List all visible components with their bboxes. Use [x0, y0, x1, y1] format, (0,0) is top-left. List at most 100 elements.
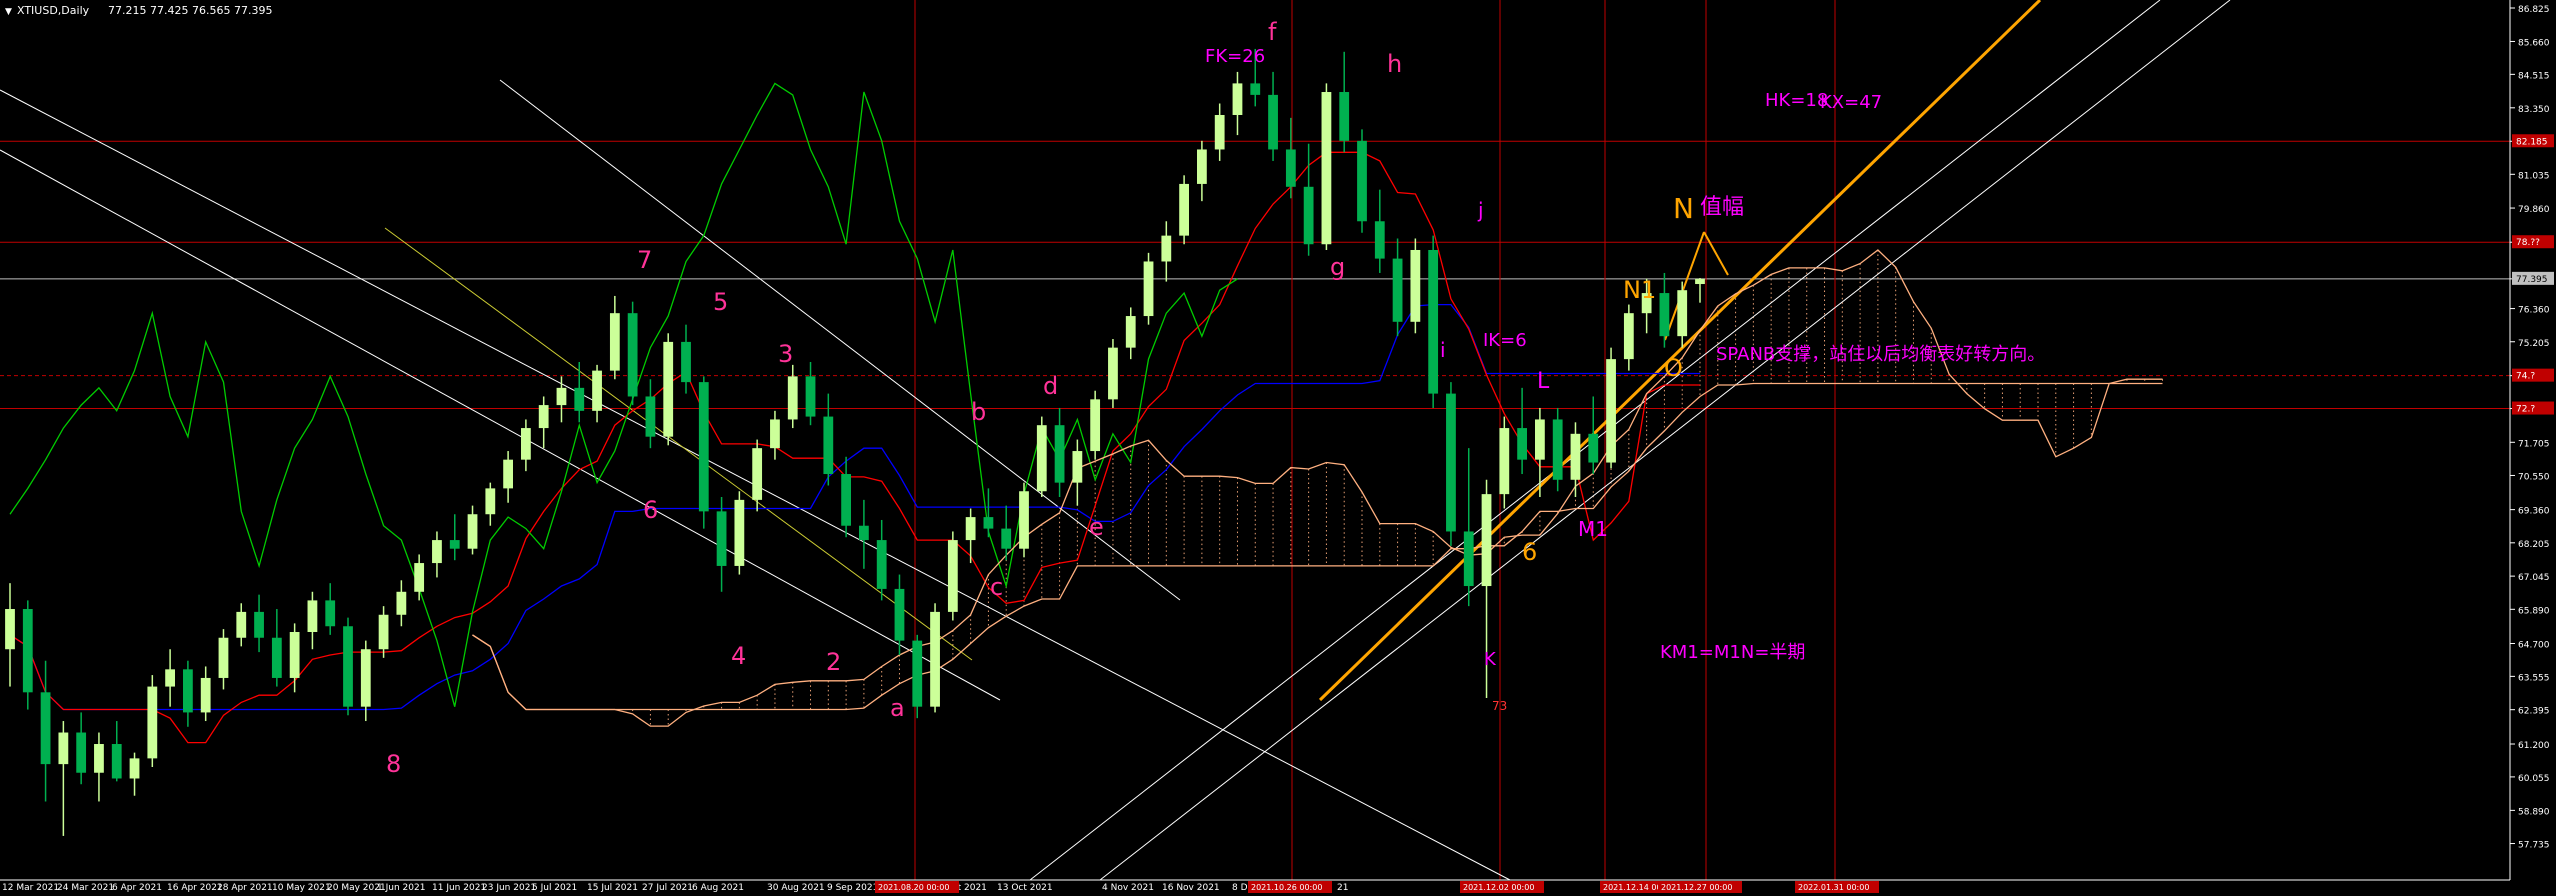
candle-body: [770, 419, 780, 449]
label-5: 5: [713, 288, 728, 316]
price-tick-label: 83.350: [2518, 105, 2550, 115]
label-e: e: [1089, 513, 1104, 541]
candle-body: [183, 669, 193, 713]
label-b: b: [971, 398, 986, 426]
price-badge-label: 74.?: [2516, 372, 2535, 382]
candle-body: [1054, 425, 1065, 483]
candle-body: [556, 387, 567, 406]
candle-body: [1410, 249, 1421, 322]
candle-body: [22, 609, 33, 693]
label-zhifu: 值幅: [1700, 195, 1744, 220]
candle-body: [254, 611, 264, 638]
time-tick-label: 6 Apr 2021: [112, 883, 162, 893]
time-tick-label: 21: [1337, 883, 1348, 893]
candle-body: [1570, 433, 1581, 480]
time-tick-label: 11 Jun 2021: [432, 883, 486, 893]
label-8: 8: [386, 750, 401, 778]
candle-body: [681, 341, 691, 383]
candle-body: [1428, 249, 1439, 394]
candle-body: [1250, 83, 1261, 95]
candle-body: [627, 313, 638, 397]
label-h: h: [1387, 50, 1402, 78]
price-tick-label: 79.860: [2518, 205, 2550, 215]
price-tick-label: 58.890: [2518, 807, 2550, 817]
price-chart[interactable]: 86.825 85.660 84.515 83.350 82.185 81.035 79.8…: [0, 0, 2556, 896]
candle-body: [1446, 393, 1456, 532]
label-a: a: [890, 694, 905, 722]
candle-body: [752, 448, 763, 500]
price-tick-label: 63.555: [2518, 673, 2550, 683]
price-badge-label: 72.?: [2516, 405, 2535, 415]
time-badge-label: 2021.12.27 00:00: [1661, 883, 1732, 892]
label-4: 4: [731, 642, 746, 670]
candle-body: [538, 405, 549, 429]
candle-body: [1695, 278, 1705, 285]
chart-background: [0, 0, 2556, 896]
candle-body: [841, 474, 851, 526]
candle-body: [1357, 140, 1367, 222]
candle-body: [1517, 428, 1527, 460]
label-ik: IK=6: [1483, 330, 1527, 351]
price-tick-label: 70.550: [2518, 472, 2550, 482]
candle-body: [663, 341, 674, 437]
candle-body: [983, 517, 994, 529]
candle-body: [716, 511, 727, 566]
symbol-dropdown-icon[interactable]: ▼: [5, 7, 12, 17]
label-3: 3: [778, 340, 793, 368]
time-badge-label: 2021.08.20 00:00: [878, 883, 949, 892]
candle-body: [111, 744, 122, 779]
label-o: O: [1664, 354, 1683, 382]
price-tick-label: 64.700: [2518, 640, 2550, 650]
price-tick-label: 86.825: [2518, 5, 2550, 15]
time-tick-label: 12 Mar 2021: [2, 883, 59, 893]
candle-body: [94, 744, 104, 773]
candle-body: [1552, 419, 1563, 480]
candle-body: [1588, 433, 1599, 463]
price-tick-label: 68.205: [2518, 540, 2550, 550]
candle-body: [1303, 186, 1314, 245]
candle-body: [467, 514, 478, 549]
candle-body: [378, 614, 389, 650]
candle-body: [876, 540, 887, 589]
candle-body: [1499, 428, 1510, 495]
label-spanb: SPANB支撑，站住以后均衡表好转方向。: [1716, 344, 2045, 365]
candle-body: [805, 376, 816, 417]
label-6: 6: [643, 496, 658, 524]
price-tick-label: 62.395: [2518, 707, 2550, 717]
price-tick-label: 81.035: [2518, 171, 2550, 181]
candle-body: [947, 540, 958, 612]
candle-body: [1036, 425, 1047, 492]
time-tick-label: 4 Nov 2021: [1102, 883, 1154, 893]
candle-body: [1535, 419, 1545, 460]
candle-body: [823, 416, 834, 475]
candle-body: [1374, 221, 1385, 259]
candle-body: [218, 637, 229, 678]
candle-body: [396, 591, 407, 615]
price-tick-label: 69.360: [2518, 507, 2550, 517]
label-fk: FK=26: [1205, 46, 1265, 67]
candle-body: [1268, 94, 1278, 150]
label-k73: 73: [1492, 699, 1507, 713]
candle-body: [1179, 183, 1189, 236]
time-tick-label: 16 Nov 2021: [1162, 883, 1220, 893]
candle-body: [1143, 261, 1154, 317]
candle-body: [1125, 316, 1136, 348]
candle-body: [5, 609, 15, 650]
candle-body: [859, 525, 869, 541]
time-badge-label: 2021.12.02 00:00: [1463, 883, 1534, 892]
candle-body: [592, 370, 602, 411]
candle-body: [343, 626, 353, 707]
time-tick-label: 5 Jul 2021: [532, 883, 577, 893]
candle-body: [1161, 235, 1172, 262]
time-tick-label: 23 Jun 2021: [482, 883, 536, 893]
price-tick-label: 71.705: [2518, 439, 2550, 449]
candle-body: [521, 428, 531, 460]
candle-body: [1197, 149, 1207, 184]
candle-body: [1232, 83, 1243, 115]
label-2: 2: [826, 648, 841, 676]
time-tick-label: 28 Apr 2021: [217, 883, 273, 893]
candle-body: [574, 387, 585, 411]
candle-body: [894, 588, 905, 641]
time-tick-label: 15 Jul 2021: [587, 883, 638, 893]
label-j: j: [1477, 198, 1484, 222]
